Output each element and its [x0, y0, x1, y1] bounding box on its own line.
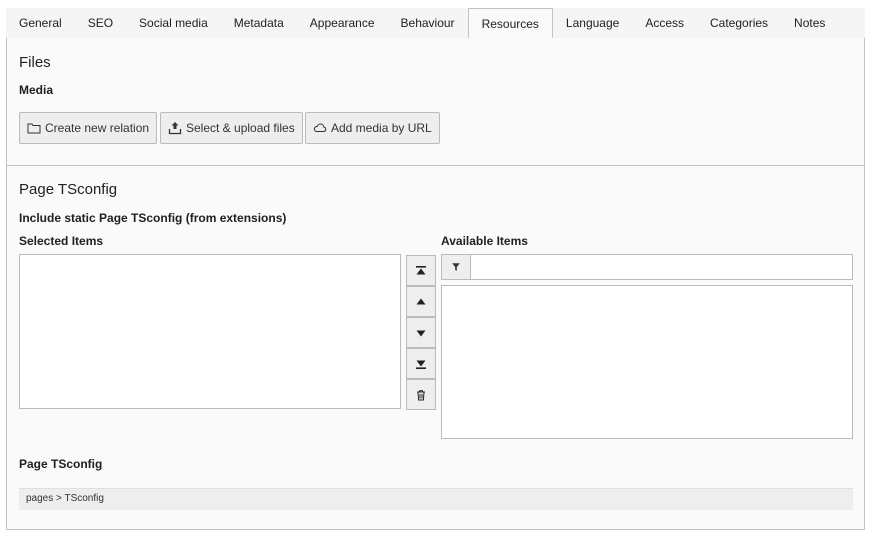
tab-language[interactable]: Language — [553, 8, 632, 38]
tab-bar: General SEO Social media Metadata Appear… — [6, 8, 865, 40]
select-upload-files-label: Select & upload files — [186, 121, 295, 135]
media-label: Media — [19, 83, 54, 97]
available-items-listbox[interactable] — [441, 285, 853, 439]
tsconfig-editor[interactable]: pages > TSconfig — [19, 488, 853, 510]
move-to-bottom-button[interactable] — [406, 348, 436, 379]
move-up-button[interactable] — [406, 286, 436, 317]
create-new-relation-label: Create new relation — [45, 121, 150, 135]
filter-icon[interactable] — [442, 255, 471, 279]
tab-seo[interactable]: SEO — [75, 8, 126, 38]
create-new-relation-button[interactable]: Create new relation — [19, 112, 158, 144]
cloud-icon — [313, 123, 327, 132]
tab-social-media[interactable]: Social media — [126, 8, 221, 38]
section-divider — [7, 165, 864, 166]
remove-item-button[interactable] — [406, 379, 436, 410]
trash-icon — [417, 389, 425, 400]
move-to-bottom-icon — [416, 360, 426, 369]
tab-notes[interactable]: Notes — [781, 8, 838, 38]
tab-resources[interactable]: Resources — [467, 8, 553, 40]
include-static-tsconfig-label: Include static Page TSconfig (from exten… — [19, 211, 287, 225]
folder-icon — [27, 123, 41, 134]
available-items-filter — [441, 254, 853, 280]
caret-down-icon — [416, 330, 426, 336]
move-to-top-icon — [416, 265, 426, 274]
filter-input[interactable] — [471, 255, 852, 279]
tab-appearance[interactable]: Appearance — [297, 8, 388, 38]
move-to-top-button[interactable] — [406, 255, 436, 286]
tab-categories[interactable]: Categories — [697, 8, 781, 38]
selected-items-listbox[interactable] — [19, 254, 401, 409]
tab-access[interactable]: Access — [632, 8, 697, 38]
caret-up-icon — [416, 298, 426, 304]
add-media-by-url-label: Add media by URL — [331, 121, 432, 135]
tab-behaviour[interactable]: Behaviour — [388, 8, 468, 38]
move-down-button[interactable] — [406, 317, 436, 348]
upload-icon — [168, 122, 182, 135]
tab-general[interactable]: General — [6, 8, 75, 38]
selected-items-label: Selected Items — [19, 234, 104, 248]
tab-metadata[interactable]: Metadata — [221, 8, 297, 38]
tsconfig-editor-breadcrumb: pages > TSconfig — [26, 493, 104, 504]
files-section-title: Files — [19, 54, 51, 71]
tab-panel-resources: Files Media Create new relation Select &… — [6, 38, 865, 530]
page-tsconfig-field-label: Page TSconfig — [19, 457, 103, 471]
tsconfig-section-title: Page TSconfig — [19, 181, 118, 198]
select-upload-files-button[interactable]: Select & upload files — [160, 112, 303, 144]
available-items-label: Available Items — [441, 234, 528, 248]
add-media-by-url-button[interactable]: Add media by URL — [305, 112, 440, 144]
